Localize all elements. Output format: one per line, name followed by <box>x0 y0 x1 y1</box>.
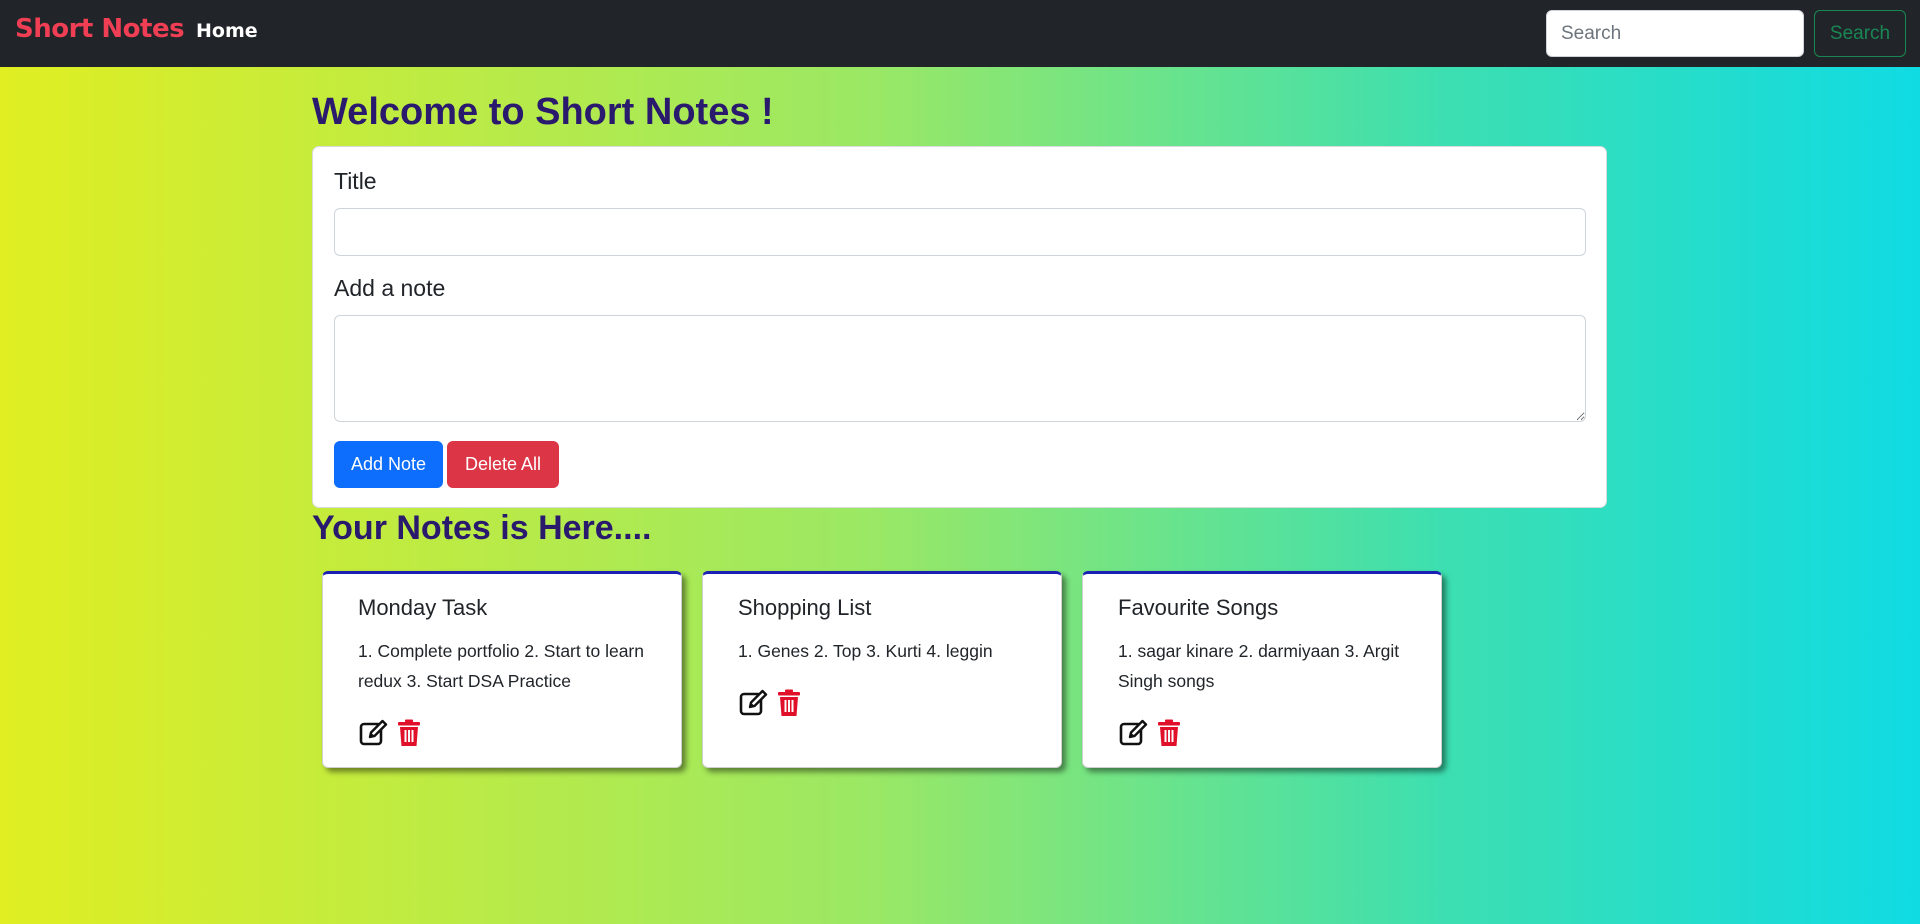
nav-link-home[interactable]: Home <box>196 20 258 42</box>
note-actions <box>738 688 804 718</box>
brand-logo[interactable]: Short Notes <box>15 14 185 44</box>
note-label: Add a note <box>334 275 446 301</box>
note-title: Favourite Songs <box>1118 595 1279 620</box>
main-content: Welcome to Short Notes ! Title Add a not… <box>0 67 1920 924</box>
note-card: Monday Task 1. Complete portfolio 2. Sta… <box>322 571 682 768</box>
note-textarea[interactable] <box>334 315 1586 422</box>
title-label: Title <box>334 168 377 194</box>
note-text: 1. Genes 2. Top 3. Kurti 4. leggin <box>738 641 993 661</box>
note-actions <box>1118 718 1184 748</box>
note-title: Monday Task <box>358 595 488 620</box>
search-button[interactable]: Search <box>1814 10 1906 57</box>
delete-all-button[interactable]: Delete All <box>447 441 559 488</box>
note-card: Shopping List 1. Genes 2. Top 3. Kurti 4… <box>702 571 1062 768</box>
page-title: Welcome to Short Notes ! <box>312 91 774 133</box>
trash-icon[interactable] <box>774 688 804 718</box>
search-input[interactable] <box>1546 10 1804 57</box>
note-title: Shopping List <box>738 595 872 620</box>
edit-icon[interactable] <box>1118 718 1148 748</box>
navbar: Short Notes Home Search <box>0 0 1920 67</box>
trash-icon[interactable] <box>394 718 424 748</box>
note-card: Favourite Songs 1. sagar kinare 2. darmi… <box>1082 571 1442 768</box>
add-note-button[interactable]: Add Note <box>334 441 443 488</box>
title-input[interactable] <box>334 208 1586 256</box>
notes-heading: Your Notes is Here.... <box>312 509 652 547</box>
note-form-card: Title Add a note Add Note Delete All <box>312 146 1607 508</box>
note-actions <box>358 718 424 748</box>
edit-icon[interactable] <box>738 688 768 718</box>
trash-icon[interactable] <box>1154 718 1184 748</box>
note-text: 1. Complete portfolio 2. Start to learn … <box>358 641 644 691</box>
note-text: 1. sagar kinare 2. darmiyaan 3. Argit Si… <box>1118 641 1400 691</box>
edit-icon[interactable] <box>358 718 388 748</box>
